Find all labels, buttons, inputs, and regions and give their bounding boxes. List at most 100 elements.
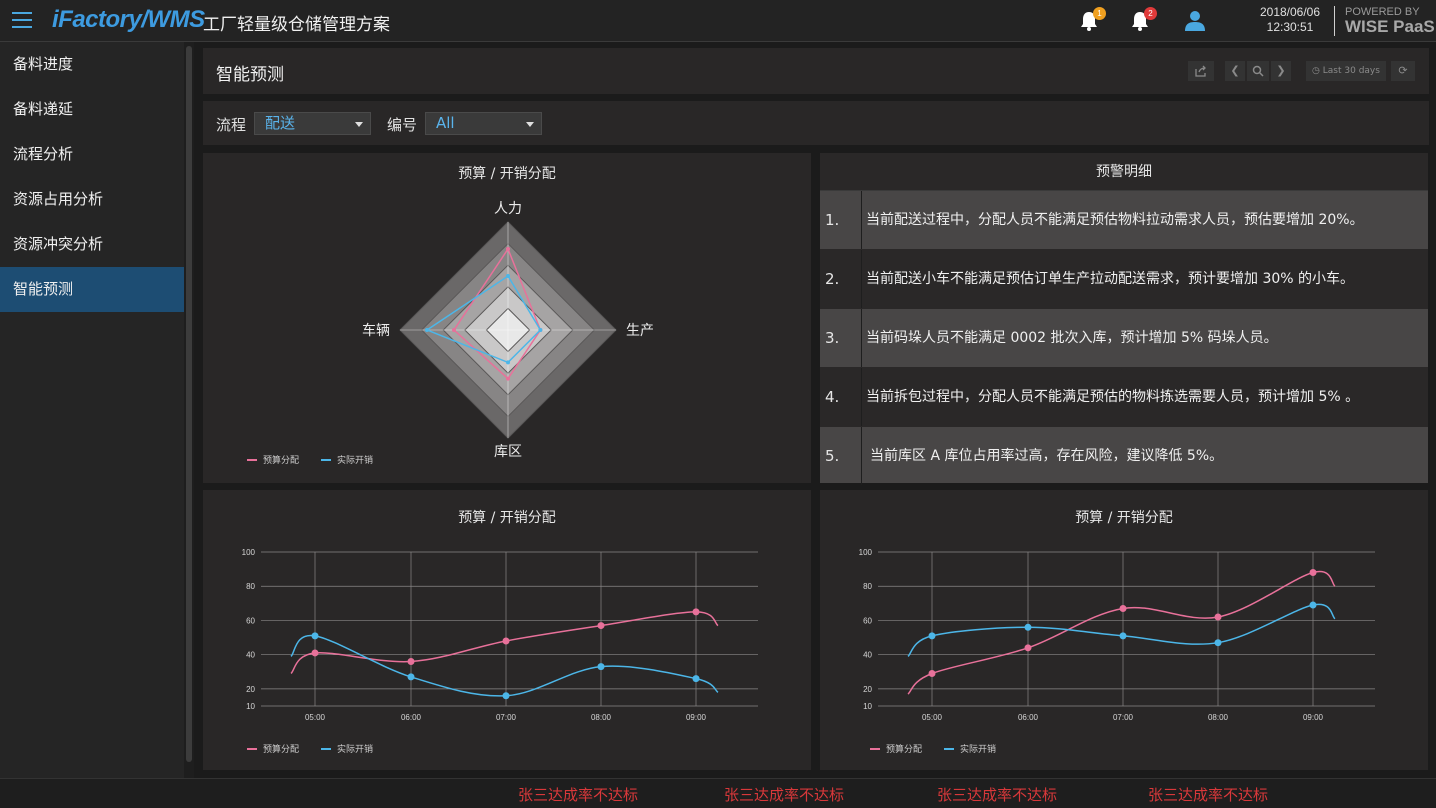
line-series-actual (290, 634, 719, 697)
y-tick-label: 20 (246, 685, 255, 694)
ticker-item[interactable]: 张三达成率不达标 (937, 784, 1057, 805)
prev-range-button[interactable]: ❮ (1225, 61, 1245, 81)
y-tick-label: 40 (246, 651, 255, 660)
sidebar-item-material-progress[interactable]: 备料进度 (0, 42, 184, 87)
process-filter-label: 流程 (216, 116, 247, 134)
x-tick-label: 06:00 (401, 713, 422, 722)
zoom-button[interactable] (1247, 61, 1269, 81)
radar-axis-label: 人力 (494, 200, 522, 216)
x-tick-label: 07:00 (496, 713, 517, 722)
alert-text: 当前码垛人员不能满足 0002 批次入库，预计增加 5% 码垛人员。 (866, 330, 1278, 346)
alert-number: 5. (820, 427, 862, 485)
app-subtitle: 工厂轻量级仓储管理方案 (203, 15, 390, 35)
refresh-button[interactable]: ⟳ (1391, 61, 1415, 81)
share-icon (1195, 65, 1206, 77)
legend-item-actual[interactable]: 实际开销 (944, 742, 996, 755)
data-point (1214, 613, 1222, 621)
radar-axis-label: 车辆 (362, 322, 390, 338)
top-bar: iFactory/WMS 工厂轻量级仓储管理方案 1 2 2018/06/06 … (0, 0, 1436, 42)
scrollbar-thumb[interactable] (186, 46, 192, 762)
alert-bell-button[interactable]: 2 (1129, 7, 1157, 32)
x-tick-label: 07:00 (1113, 713, 1134, 722)
number-select[interactable]: All (425, 112, 542, 135)
line-chart: 10 20 40 60 80 100 05:00 06:00 07:00 08:00 09:00 (242, 548, 758, 722)
radar-point (425, 328, 429, 332)
time-range-label: Last 30 days (1322, 66, 1380, 76)
ticker-item[interactable]: 张三达成率不达标 (518, 784, 638, 805)
alert-number: 2. (820, 250, 862, 308)
radar-point (506, 360, 510, 365)
alert-row[interactable]: 4. 当前拆包过程中，分配人员不能满足预估的物料拣选需要人员，预计增加 5% 。 (820, 368, 1428, 426)
data-point (311, 649, 319, 657)
x-tick-label: 08:00 (591, 713, 612, 722)
alert-text: 当前拆包过程中，分配人员不能满足预估的物料拣选需要人员，预计增加 5% 。 (866, 389, 1360, 405)
radar-point (538, 328, 543, 332)
y-tick-label: 100 (242, 548, 256, 557)
x-tick-label: 06:00 (1018, 713, 1039, 722)
hamburger-menu-icon[interactable] (12, 12, 32, 28)
radar-chart-panel: 预算 / 开销分配 人力 生产 库区 车辆 预算分配 实际开销 (203, 153, 811, 483)
radar-axis-label: 生产 (626, 322, 654, 338)
y-tick-label: 10 (246, 702, 255, 711)
legend-item-budget[interactable]: 预算分配 (247, 742, 299, 755)
y-tick-label: 60 (863, 616, 872, 625)
data-point (597, 622, 605, 630)
alert-panel-title: 预警明细 (820, 153, 1428, 191)
alert-number: 1. (820, 191, 862, 249)
data-point (928, 669, 936, 677)
wise-paas-text: WISE PaaS (1345, 17, 1435, 36)
data-point (1214, 639, 1222, 647)
page-title: 智能预测 (216, 65, 284, 85)
sidebar-scrollbar[interactable] (184, 42, 194, 778)
notification-count-badge: 1 (1093, 7, 1106, 20)
data-point (1119, 632, 1127, 640)
sidebar-item-smart-forecast[interactable]: 智能预测 (0, 267, 184, 312)
y-tick-label: 10 (863, 702, 872, 711)
refresh-icon: ⟳ (1398, 64, 1408, 77)
sidebar-item-resource-conflict[interactable]: 资源冲突分析 (0, 222, 184, 267)
alert-ticker: 张三达成率不达标 张三达成率不达标 张三达成率不达标 张三达成率不达标 (0, 778, 1436, 808)
number-filter-label: 编号 (387, 116, 418, 134)
data-point (407, 673, 415, 681)
radar-point (452, 328, 456, 332)
ticker-item[interactable]: 张三达成率不达标 (1148, 784, 1268, 805)
x-tick-label: 08:00 (1208, 713, 1229, 722)
next-range-button[interactable]: ❯ (1271, 61, 1291, 81)
sidebar-item-process-analysis[interactable]: 流程分析 (0, 132, 184, 177)
alert-row[interactable]: 5. 当前库区 A 库位占用率过高，存在风险，建议降低 5%。 (820, 427, 1428, 485)
share-button[interactable] (1188, 61, 1214, 81)
x-tick-label: 09:00 (686, 713, 707, 722)
legend-item-actual[interactable]: 实际开销 (321, 742, 373, 755)
sidebar: 备料进度 备料递延 流程分析 资源占用分析 资源冲突分析 智能预测 (0, 42, 184, 778)
alert-text: 当前库区 A 库位占用率过高，存在风险，建议降低 5%。 (870, 448, 1224, 464)
alert-row[interactable]: 1. 当前配送过程中，分配人员不能满足预估物料拉动需求人员，预估要增加 20%。 (820, 191, 1428, 249)
legend-item-budget[interactable]: 预算分配 (247, 453, 299, 466)
legend-item-actual[interactable]: 实际开销 (321, 453, 373, 466)
time-range-picker[interactable]: ◷ Last 30 days (1306, 61, 1386, 81)
alert-number: 3. (820, 309, 862, 367)
y-tick-label: 40 (863, 651, 872, 660)
data-point (1119, 604, 1127, 612)
x-tick-label: 09:00 (1303, 713, 1324, 722)
notification-bell-button[interactable]: 1 (1078, 7, 1106, 32)
datetime-display: 2018/06/06 12:30:51 (1250, 5, 1330, 35)
line-chart: 10 20 40 60 80 100 05:00 06:00 07:00 08:00 09:00 (859, 548, 1375, 722)
line-chart-panel-right: 预算 / 开销分配 10 20 40 60 80 100 05:00 06:00 07:00 08… (820, 490, 1428, 770)
number-select-value: All (436, 114, 455, 132)
clock-icon: ◷ (1312, 66, 1320, 76)
x-tick-label: 05:00 (922, 713, 943, 722)
alert-row[interactable]: 3. 当前码垛人员不能满足 0002 批次入库，预计增加 5% 码垛人员。 (820, 309, 1428, 367)
alert-row[interactable]: 2. 当前配送小车不能满足预估订单生产拉动配送需求，预计要增加 30% 的小车。 (820, 250, 1428, 308)
chart-legend: 预算分配 实际开销 (870, 742, 996, 755)
legend-item-budget[interactable]: 预算分配 (870, 742, 922, 755)
sidebar-item-material-delay[interactable]: 备料递延 (0, 87, 184, 132)
header-divider (1334, 6, 1335, 36)
alert-details-panel: 预警明细 1. 当前配送过程中，分配人员不能满足预估物料拉动需求人员，预估要增加… (820, 153, 1428, 485)
data-point (1309, 601, 1317, 609)
ticker-item[interactable]: 张三达成率不达标 (724, 784, 844, 805)
process-select[interactable]: 配送 (254, 112, 371, 135)
time-text: 12:30:51 (1266, 20, 1314, 34)
sidebar-item-resource-usage[interactable]: 资源占用分析 (0, 177, 184, 222)
x-tick-label: 05:00 (305, 713, 326, 722)
user-icon[interactable] (1184, 9, 1206, 33)
